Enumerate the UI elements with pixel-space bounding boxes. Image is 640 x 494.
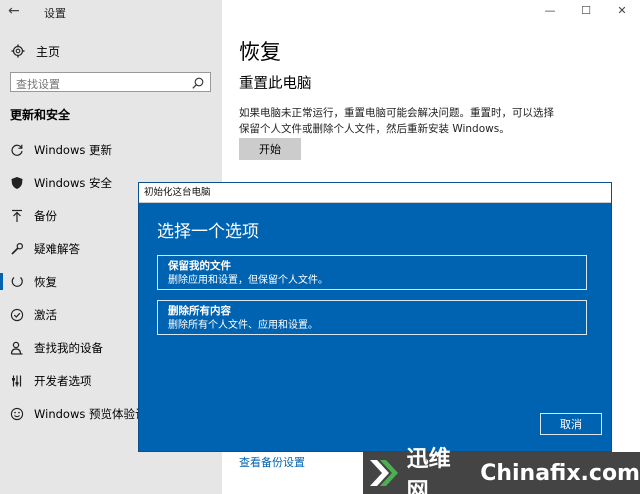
backup-arrow-icon <box>10 209 24 223</box>
wrench-icon <box>10 242 24 256</box>
reset-description: 如果电脑未正常运行，重置电脑可能会解决问题。重置时，可以选择保留个人文件或删除个… <box>239 107 554 135</box>
remove-everything-option[interactable]: 删除所有内容 删除所有个人文件、应用和设置。 <box>157 300 587 335</box>
reset-pc-heading: 重置此电脑 <box>239 76 312 92</box>
home-label: 主页 <box>36 44 61 59</box>
section-title: 更新和安全 <box>10 108 71 122</box>
sidebar-item-label: 备份 <box>34 208 57 223</box>
watermark-text-en: Chinafix.com <box>480 460 640 486</box>
cancel-button[interactable]: 取消 <box>540 413 602 435</box>
watermark-banner: 迅维网 Chinafix.com <box>363 447 640 494</box>
person-location-icon <box>10 341 24 355</box>
recovery-icon <box>10 275 24 289</box>
sidebar-item-windows-update[interactable]: Windows 更新 <box>0 133 222 166</box>
minimize-button[interactable]: — <box>532 0 568 24</box>
title-bar: ← 设置 <box>0 0 222 24</box>
developer-icon <box>10 374 24 388</box>
sidebar-item-label: 疑难解答 <box>34 241 80 256</box>
option-description: 删除应用和设置，但保留个人文件。 <box>168 275 328 286</box>
reset-dialog: 初始化这台电脑 选择一个选项 保留我的文件 删除应用和设置，但保留个人文件。 删… <box>138 182 612 452</box>
watermark-text-cn: 迅维网 <box>406 447 451 494</box>
sidebar-item-label: 开发者选项 <box>34 373 92 388</box>
app-title: 设置 <box>44 7 66 20</box>
sidebar-item-label: Windows 安全 <box>34 175 112 190</box>
sidebar-item-label: 恢复 <box>34 274 57 289</box>
search-input[interactable] <box>11 75 186 94</box>
search-box[interactable] <box>10 72 211 94</box>
option-title: 保留我的文件 <box>168 260 231 272</box>
sidebar-item-label: 激活 <box>34 307 57 322</box>
chinafix-logo-icon <box>363 452 403 494</box>
backup-settings-link[interactable]: 查看备份设置 <box>239 454 305 470</box>
sidebar-item-label: 查找我的设备 <box>34 340 103 355</box>
option-description: 删除所有个人文件、应用和设置。 <box>168 320 318 331</box>
maximize-button[interactable]: ☐ <box>568 0 604 24</box>
back-button[interactable]: ← <box>8 3 20 19</box>
window-controls: — ☐ ✕ <box>532 0 640 24</box>
dialog-title: 初始化这台电脑 <box>144 187 211 198</box>
dialog-title-bar: 初始化这台电脑 <box>139 183 611 203</box>
search-icon[interactable] <box>191 75 205 89</box>
start-reset-button[interactable]: 开始 <box>239 138 301 160</box>
gear-icon <box>10 43 26 59</box>
keep-files-option[interactable]: 保留我的文件 删除应用和设置，但保留个人文件。 <box>157 255 587 290</box>
dialog-heading: 选择一个选项 <box>157 222 259 242</box>
sidebar-item-label: Windows 更新 <box>34 142 112 157</box>
page-title: 恢复 <box>239 40 281 64</box>
shield-icon <box>10 176 24 190</box>
refresh-icon <box>10 143 24 157</box>
option-title: 删除所有内容 <box>168 305 231 317</box>
home-nav-item[interactable]: 主页 <box>10 40 60 62</box>
smiley-icon <box>10 407 24 421</box>
checkmark-circle-icon <box>10 308 24 322</box>
close-button[interactable]: ✕ <box>604 0 640 24</box>
